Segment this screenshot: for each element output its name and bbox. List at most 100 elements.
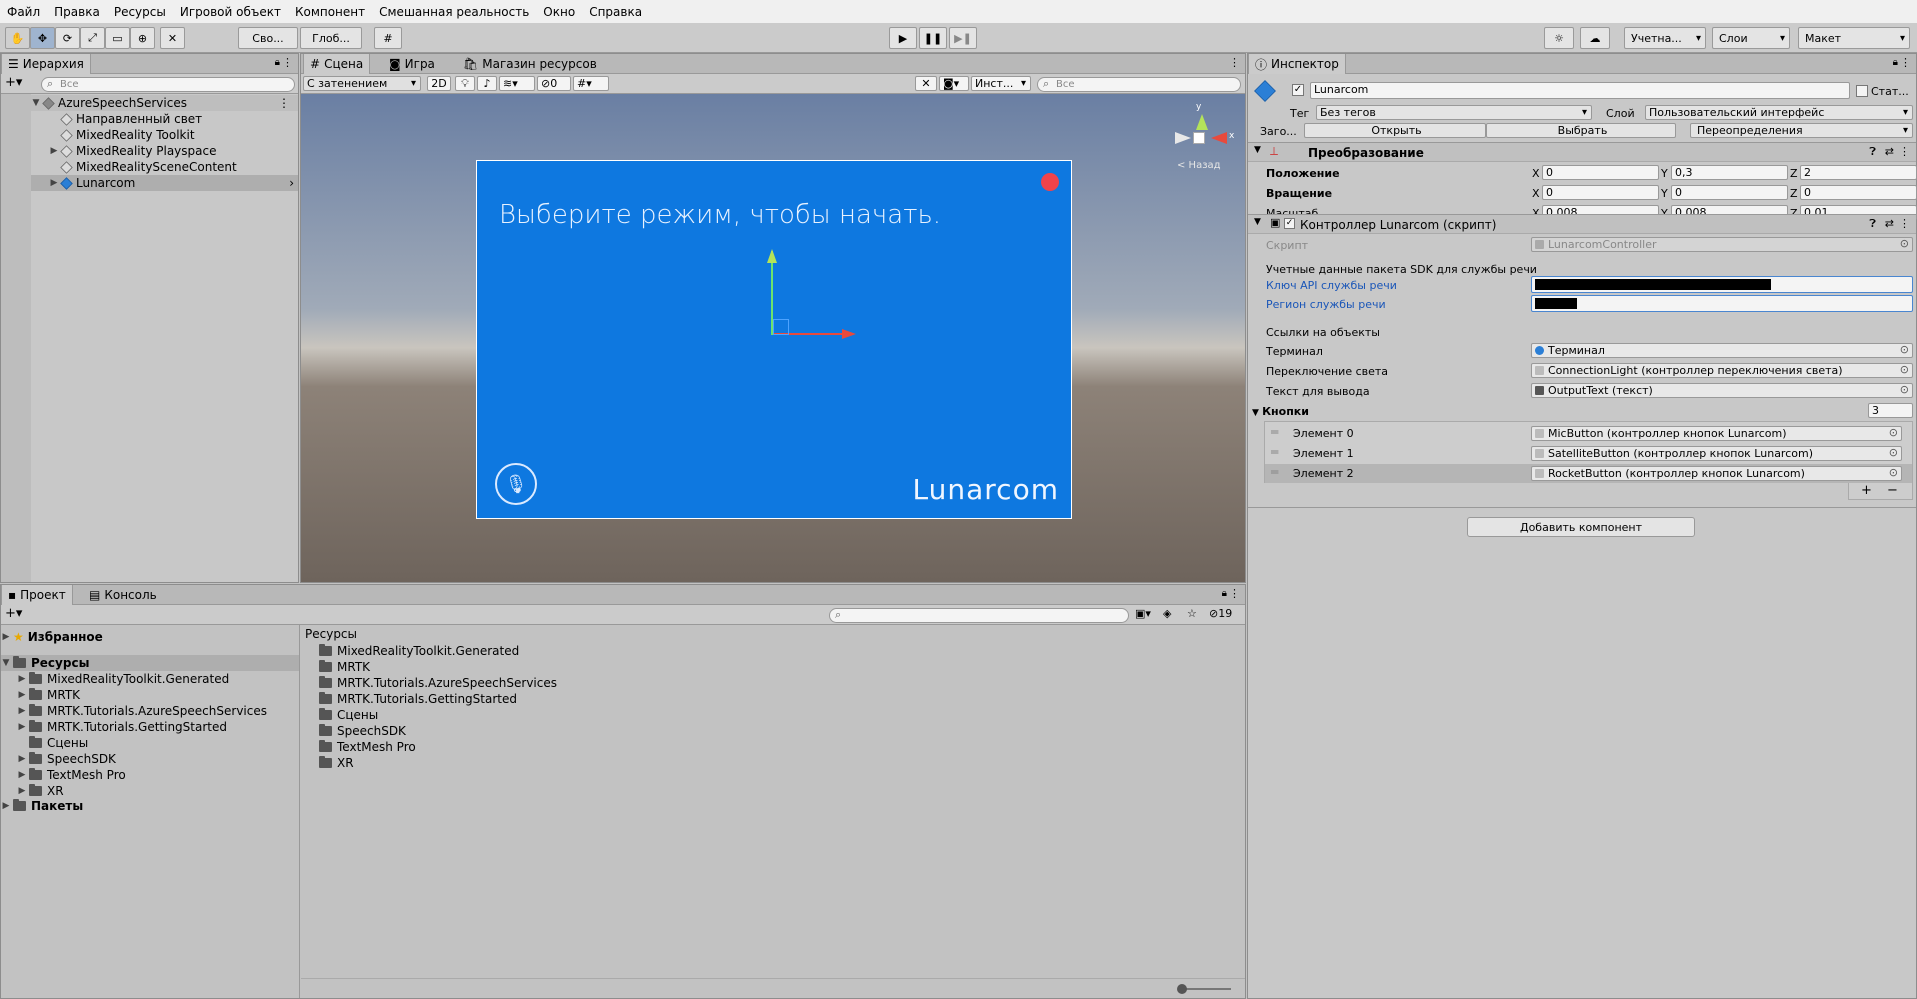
transform-position-y-field[interactable]: 0,3	[1671, 165, 1788, 180]
project-file-item[interactable]: MixedRealityToolkit.Generated	[319, 643, 1245, 659]
camera-dropdown[interactable]: ◙▾	[939, 76, 969, 91]
buttons-foldout[interactable]: ▼ Кнопки	[1252, 405, 1309, 418]
assets-root-row[interactable]: ▼ Ресурсы	[1, 655, 299, 671]
global-toggle[interactable]: Глоб...	[300, 27, 362, 49]
expand-arrow-icon[interactable]: ▶	[17, 674, 27, 684]
orientation-gizmo[interactable]: y x < Назад	[1163, 102, 1234, 182]
help-icon[interactable]: ❓︎	[1869, 217, 1876, 231]
expand-arrow-icon[interactable]: ▶	[49, 146, 59, 156]
project-tree-item[interactable]: ▶ MRTK	[17, 687, 299, 703]
panel-menu-icon[interactable]: ⋮	[1229, 56, 1240, 69]
controller-header[interactable]: ▼ ▣ ✓ Контроллер Lunarcom (скрипт) ❓︎ ⇄ …	[1248, 214, 1916, 234]
menu-window[interactable]: Окно	[536, 5, 582, 19]
expand-arrow-icon[interactable]: ▼	[31, 98, 41, 108]
project-tree-item[interactable]: ▶ XR	[17, 783, 299, 799]
component-menu-icon[interactable]: ⋮	[1899, 217, 1910, 230]
tab-console[interactable]: ▤ Консоль	[83, 585, 163, 605]
hierarchy-item-selected[interactable]: ▶ Lunarcom ›	[31, 175, 298, 191]
move-arrow-x-icon[interactable]	[842, 329, 856, 339]
active-checkbox[interactable]: ✓	[1292, 84, 1304, 96]
project-file-item[interactable]: MRTK	[319, 659, 1245, 675]
microphone-icon[interactable]: 🎙︎	[495, 463, 537, 505]
connection-light-field[interactable]: ConnectionLight (контроллер переключения…	[1531, 363, 1913, 378]
transform-tool-icon[interactable]: ⊕	[130, 27, 155, 49]
expand-arrow-icon[interactable]: ▶	[17, 786, 27, 796]
packages-row[interactable]: ▶ Пакеты	[1, 798, 299, 814]
hidden-objects-toggle[interactable]: ⊘0	[537, 76, 571, 91]
add-element-icon[interactable]: +	[1861, 483, 1872, 498]
project-file-item[interactable]: MRTK.Tutorials.AzureSpeechServices	[319, 675, 1245, 691]
lock-icon[interactable]: 🔒︎	[1222, 588, 1227, 599]
hierarchy-item[interactable]: MixedRealitySceneContent	[49, 159, 298, 175]
lock-icon[interactable]: 🔒︎	[1893, 57, 1898, 68]
expand-arrow-icon[interactable]: ▶	[17, 706, 27, 716]
menu-assets[interactable]: Ресурсы	[107, 5, 173, 19]
gizmo-center-cube[interactable]	[1193, 132, 1205, 144]
project-file-item[interactable]: SpeechSDK	[319, 723, 1245, 739]
api-key-field[interactable]	[1531, 276, 1913, 293]
search-by-label-icon[interactable]: ◈	[1163, 607, 1171, 620]
menu-component[interactable]: Компонент	[288, 5, 372, 19]
create-add-icon[interactable]: +▾	[5, 606, 22, 621]
play-button[interactable]: ▶	[889, 27, 917, 49]
remove-element-icon[interactable]: −	[1887, 483, 1898, 498]
tab-hierarchy[interactable]: ☰ Иерархия	[1, 54, 91, 74]
collapse-arrow-icon[interactable]: ▼	[1252, 408, 1262, 418]
tab-inspector[interactable]: ⓘ Инспектор	[1248, 54, 1346, 74]
expand-arrow-icon[interactable]: ▶	[1, 801, 11, 811]
script-field[interactable]: LunarcomController	[1531, 237, 1913, 252]
transform-header[interactable]: ▼ ⟂ Преобразование ❓︎ ⇄ ⋮	[1248, 142, 1916, 162]
expand-arrow-icon[interactable]: ▶	[17, 722, 27, 732]
layout-dropdown[interactable]: Макет	[1798, 27, 1910, 49]
create-add-icon[interactable]: +▾	[5, 75, 22, 90]
component-enabled-checkbox[interactable]: ✓	[1284, 218, 1295, 229]
tools-icon[interactable]: ✕	[915, 76, 937, 91]
move-tool-icon[interactable]: ✥	[30, 27, 55, 49]
static-checkbox[interactable]	[1856, 85, 1868, 97]
help-icon[interactable]: ❓︎	[1869, 145, 1876, 159]
buttons-count-field[interactable]: 3	[1868, 403, 1913, 418]
hierarchy-item[interactable]: Направленный свет	[49, 111, 298, 127]
layer-dropdown[interactable]: Пользовательский интерфейс	[1645, 105, 1913, 120]
hidden-packages-toggle[interactable]: ⊘19	[1209, 607, 1232, 620]
tab-scene[interactable]: # Сцена	[303, 54, 371, 74]
hierarchy-item[interactable]: MixedReality Toolkit	[49, 127, 298, 143]
overrides-dropdown[interactable]: Переопределения	[1690, 123, 1913, 138]
element-value-field[interactable]: SatelliteButton (контроллер кнопок Lunar…	[1531, 446, 1902, 461]
project-tree-item[interactable]: ▶ SpeechSDK	[17, 751, 299, 767]
favorite-star-icon[interactable]: ☆	[1187, 607, 1197, 620]
pause-button[interactable]: ❚❚	[919, 27, 947, 49]
breadcrumb-item[interactable]: Ресурсы	[305, 627, 357, 641]
expand-arrow-icon[interactable]: ▶	[1, 632, 11, 642]
gizmo-x-cone[interactable]	[1211, 132, 1227, 144]
move-arrow-y-icon[interactable]	[767, 249, 777, 263]
menu-help[interactable]: Справка	[582, 5, 649, 19]
favorites-row[interactable]: ▶ ★ Избранное	[1, 629, 299, 645]
panel-menu-icon[interactable]: ⋮	[282, 56, 293, 69]
close-dot-icon[interactable]	[1041, 173, 1059, 191]
expand-arrow-icon[interactable]: ▶	[49, 178, 59, 188]
project-tree-item[interactable]: Сцены	[17, 735, 299, 751]
project-tree-item[interactable]: ▶ TextMesh Pro	[17, 767, 299, 783]
rotate-tool-icon[interactable]: ⟳	[55, 27, 80, 49]
transform-position-x-field[interactable]: 0	[1542, 165, 1659, 180]
toggle-2d-button[interactable]: 2D	[427, 76, 451, 91]
menu-edit[interactable]: Правка	[47, 5, 107, 19]
project-file-item[interactable]: Сцены	[319, 707, 1245, 723]
preset-icon[interactable]: ⇄	[1885, 145, 1894, 158]
expand-arrow-icon[interactable]: ▶	[17, 690, 27, 700]
panel-menu-icon[interactable]: ⋮	[1229, 587, 1240, 600]
tab-project[interactable]: ▪ Проект	[1, 585, 73, 605]
project-tree-item[interactable]: ▶ MRTK.Tutorials.AzureSpeechServices	[17, 703, 299, 719]
list-element-row[interactable]: ═ Элемент 0 MicButton (контроллер кнопок L…	[1265, 424, 1912, 443]
project-file-item[interactable]: XR	[319, 755, 1245, 771]
gizmo-neg-x-cone[interactable]	[1175, 132, 1191, 144]
object-name-field[interactable]: Lunarcom	[1310, 82, 1850, 99]
menu-gameobject[interactable]: Игровой объект	[173, 5, 288, 19]
transform-position-z-field[interactable]: 2	[1800, 165, 1917, 180]
scale-tool-icon[interactable]: ⤢	[80, 27, 105, 49]
expand-arrow-icon[interactable]: ▶	[17, 770, 27, 780]
project-file-item[interactable]: TextMesh Pro	[319, 739, 1245, 755]
region-field[interactable]	[1531, 295, 1913, 312]
project-tree-item[interactable]: ▶ MRTK.Tutorials.GettingStarted	[17, 719, 299, 735]
